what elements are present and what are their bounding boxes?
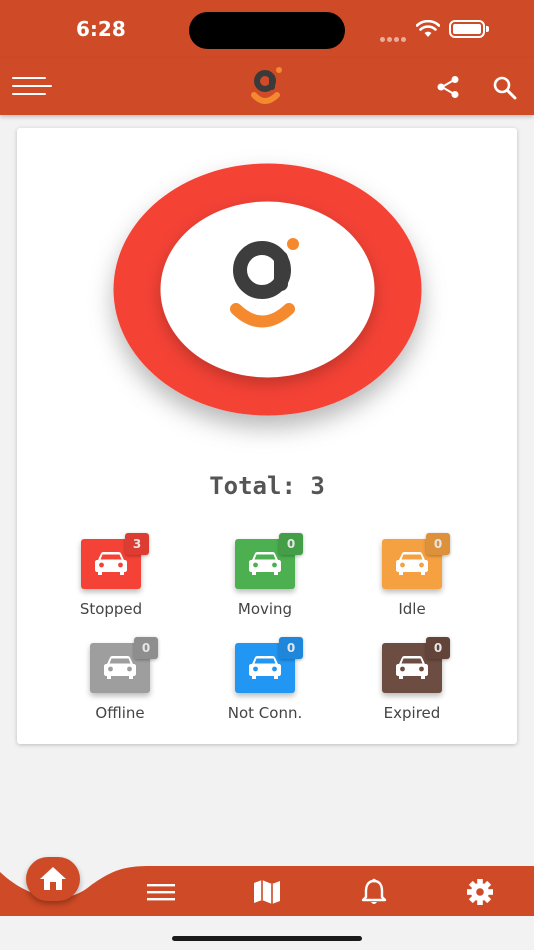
status-tile[interactable]: 3 — [81, 533, 149, 589]
car-icon — [95, 552, 127, 575]
status-item-expired[interactable]: 0 Expired — [347, 637, 477, 722]
count-badge: 0 — [426, 637, 450, 659]
status-tile[interactable]: 0 — [90, 637, 158, 693]
status-tile[interactable]: 0 — [235, 637, 303, 693]
share-icon[interactable] — [436, 75, 460, 99]
gear-icon[interactable] — [465, 878, 495, 906]
status-item-moving[interactable]: 0 Moving — [200, 533, 330, 618]
status-label: Moving — [237, 600, 293, 618]
car-icon — [396, 552, 428, 575]
home-indicator — [172, 936, 362, 941]
status-time: 6:28 — [76, 17, 126, 41]
status-bar: 6:28 — [0, 0, 534, 58]
status-label: Expired — [383, 704, 441, 722]
status-item-idle[interactable]: 0 Idle — [347, 533, 477, 618]
car-icon — [396, 656, 428, 679]
list-icon[interactable] — [146, 878, 176, 906]
count-badge: 3 — [125, 533, 149, 555]
status-tile[interactable]: 0 — [235, 533, 303, 589]
dynamic-island — [189, 12, 345, 49]
status-label: Idle — [398, 600, 426, 618]
app-bar — [0, 58, 534, 115]
car-icon — [104, 656, 136, 679]
status-label: Stopped — [79, 600, 143, 618]
status-donut-chart[interactable] — [112, 162, 423, 417]
status-tile[interactable]: 0 — [382, 533, 450, 589]
car-icon — [249, 552, 281, 575]
status-label: Offline — [95, 704, 145, 722]
count-badge: 0 — [134, 637, 158, 659]
count-badge: 0 — [279, 637, 303, 659]
count-badge: 0 — [279, 533, 303, 555]
home-icon — [40, 867, 66, 890]
total-count: Total: 3 — [209, 472, 325, 500]
status-item-stopped[interactable]: 3 Stopped — [46, 533, 176, 618]
status-item-not-conn[interactable]: 0 Not Conn. — [200, 637, 330, 722]
status-tile[interactable]: 0 — [382, 637, 450, 693]
search-icon[interactable] — [492, 75, 518, 101]
car-icon — [249, 656, 281, 679]
hamburger-menu-icon[interactable] — [12, 75, 54, 99]
dashboard-card: Total: 3 3 Stopped 0 Moving 0 Idle 0 Offline 0 No… — [17, 128, 517, 744]
count-badge: 0 — [426, 533, 450, 555]
wifi-icon — [416, 20, 440, 37]
battery-icon — [449, 20, 489, 38]
bell-icon[interactable] — [359, 878, 389, 906]
status-item-offline[interactable]: 0 Offline — [55, 637, 185, 722]
app-logo — [251, 67, 282, 104]
cellular-signal-icon — [380, 27, 416, 42]
status-label: Not Conn. — [227, 704, 303, 722]
map-icon[interactable] — [252, 878, 282, 906]
nav-home-button[interactable] — [26, 857, 80, 901]
